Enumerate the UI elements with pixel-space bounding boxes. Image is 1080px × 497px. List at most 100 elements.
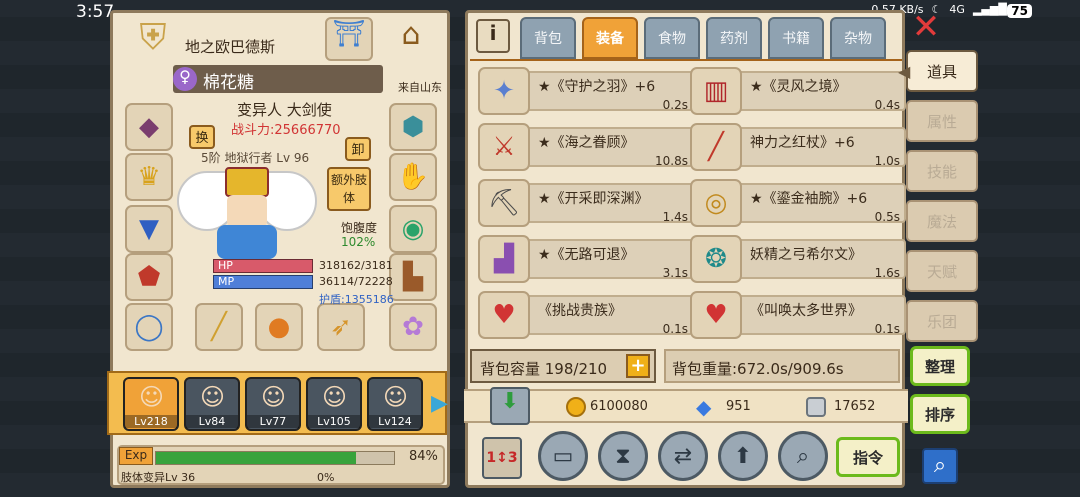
item-name: ★《灵风之境》: [750, 79, 847, 95]
swap-arrows-icon[interactable]: ⇄: [658, 431, 708, 481]
slot-ring-right[interactable]: ◉: [389, 205, 437, 253]
side-menu-item-0[interactable]: 道具: [906, 50, 978, 92]
female-icon: ♀: [173, 67, 197, 91]
extra-limb-button[interactable]: 额外肢体: [327, 167, 371, 211]
item-slot[interactable]: ▟: [478, 235, 530, 283]
item-slot[interactable]: ✦: [478, 67, 530, 115]
character-sprite[interactable]: [177, 153, 317, 263]
hourglass-icon[interactable]: ⧗: [598, 431, 648, 481]
item-slot[interactable]: ♥: [690, 291, 742, 339]
power-label: 战斗力:25666770: [231, 123, 341, 138]
rabbit-icon: ✿: [402, 312, 424, 342]
party-member[interactable]: ☺ Lv218: [123, 377, 179, 431]
slot-bow[interactable]: ➶: [317, 303, 365, 351]
item-slot[interactable]: ⛏: [478, 179, 530, 227]
side-menu-item-4[interactable]: 天赋: [906, 250, 978, 292]
swap-button[interactable]: 换: [189, 125, 215, 149]
tab-divider: [470, 59, 902, 61]
shield-value: 护盾:1355186: [319, 293, 394, 306]
gauntlet-icon: ✋: [396, 162, 430, 192]
info-icon[interactable]: i: [476, 19, 510, 53]
tab-0[interactable]: 背包: [520, 17, 576, 59]
inventory-item[interactable]: ⛏ ★《开采即深渊》 1.4s: [478, 179, 694, 227]
item-slot[interactable]: ❂: [690, 235, 742, 283]
command-button[interactable]: 指令: [836, 437, 900, 477]
search-icon[interactable]: ⌕: [922, 448, 958, 484]
party-member[interactable]: ☺ Lv77: [245, 377, 301, 431]
party-level: Lv84: [186, 415, 238, 428]
side-menu-item-2[interactable]: 技能: [906, 150, 978, 192]
capacity-box: 背包容量 198/210 +: [470, 349, 656, 383]
slot-emblem[interactable]: ⬢: [389, 103, 437, 151]
tab-5[interactable]: 杂物: [830, 17, 886, 59]
inventory-item[interactable]: ♥ 《叫唤太多世界》 0.1s: [690, 291, 906, 339]
party-member[interactable]: ☺ Lv84: [184, 377, 240, 431]
unequip-button[interactable]: 卸: [345, 137, 371, 161]
inventory-item[interactable]: ♥ 《挑战贵族》 0.1s: [478, 291, 694, 339]
origin-label: 来自山东: [398, 81, 442, 94]
item-name: 妖精之弓希尔文》: [750, 247, 862, 263]
slot-ring-left[interactable]: ◯: [125, 303, 173, 351]
slot-armor[interactable]: ⬟: [125, 253, 173, 301]
close-icon[interactable]: ✕: [906, 10, 946, 46]
class-label: 变异人 大剑使: [237, 101, 332, 119]
tab-2[interactable]: 食物: [644, 17, 700, 59]
battery-badge: 75: [1007, 4, 1032, 18]
party-level: Lv77: [247, 415, 299, 428]
inventory-item[interactable]: ◎ ★《鎏金袖腕》+6 0.5s: [690, 179, 906, 227]
side-menu-item-3[interactable]: 魔法: [906, 200, 978, 242]
number-sort-icon[interactable]: 1↕3: [482, 437, 522, 479]
inventory-item[interactable]: ✦ ★《守护之羽》+6 0.2s: [478, 67, 694, 115]
ring-icon: ◯: [134, 312, 164, 342]
slot-staff[interactable]: ╱: [195, 303, 243, 351]
tab-3[interactable]: 药剂: [706, 17, 762, 59]
tab-4[interactable]: 书籍: [768, 17, 824, 59]
character-name[interactable]: 棉花糖: [203, 68, 254, 93]
slot-offhand[interactable]: ●: [255, 303, 303, 351]
expand-capacity-button[interactable]: +: [626, 354, 650, 378]
side-menu-item-1[interactable]: 属性: [906, 100, 978, 142]
side-menu-item-5[interactable]: 乐团: [906, 300, 978, 342]
deposit-icon[interactable]: ⬇: [490, 387, 530, 425]
item-weight: 0.1s: [662, 322, 688, 336]
item-weight: 1.4s: [662, 210, 688, 224]
exp-percent: 84%: [409, 449, 438, 464]
portal-icon[interactable]: ⛩: [325, 17, 373, 61]
party-member[interactable]: ☺ Lv124: [367, 377, 423, 431]
slot-boots[interactable]: ▙: [389, 253, 437, 301]
hero-crown-icon: [225, 167, 269, 197]
item-weight: 0.1s: [874, 322, 900, 336]
organize-button[interactable]: 整理: [910, 346, 970, 386]
item-slot[interactable]: ╱: [690, 123, 742, 171]
item-slot[interactable]: ♥: [478, 291, 530, 339]
magnifier-icon[interactable]: ⌕: [778, 431, 828, 481]
clock: 3:57: [76, 2, 115, 22]
sort-button[interactable]: 排序: [910, 394, 970, 434]
character-panel: ⛨ 地之欧巴德斯 ⛩ ⌂ ♀ 棉花糖 来自山东 变异人 大剑使 战斗力:2566…: [107, 10, 450, 488]
slot-amulet[interactable]: ♛: [125, 153, 173, 201]
inventory-item[interactable]: ⚔ ★《海之眷顾》 10.8s: [478, 123, 694, 171]
inventory-item[interactable]: ╱ 神力之红杖》+6 1.0s: [690, 123, 906, 171]
tab-1[interactable]: 装备: [582, 17, 638, 59]
book-icon[interactable]: ▭: [538, 431, 588, 481]
slot-cape[interactable]: ▼: [125, 205, 173, 253]
weight-box: 背包重量:672.0s/909.6s: [664, 349, 900, 383]
card-icon: ♥: [704, 300, 728, 330]
staff-icon: ╱: [211, 312, 227, 342]
location-label[interactable]: 地之欧巴德斯: [185, 36, 275, 57]
item-slot[interactable]: ⚔: [478, 123, 530, 171]
inventory-item[interactable]: ▥ ★《灵风之境》 0.4s: [690, 67, 906, 115]
hanger-icon[interactable]: ⌂: [381, 17, 441, 61]
item-name: ★《无路可退》: [538, 247, 635, 263]
item-slot[interactable]: ▥: [690, 67, 742, 115]
slot-gloves[interactable]: ✋: [389, 153, 437, 201]
inventory-item[interactable]: ❂ 妖精之弓希尔文》 1.6s: [690, 235, 906, 283]
mp-value: 36114/72228: [319, 275, 393, 288]
slot-helmet[interactable]: ◆: [125, 103, 173, 151]
party-member[interactable]: ☺ Lv105: [306, 377, 362, 431]
compass-icon[interactable]: ⬆: [718, 431, 768, 481]
inventory-item[interactable]: ▟ ★《无路可退》 3.1s: [478, 235, 694, 283]
slot-pet[interactable]: ✿: [389, 303, 437, 351]
party-next-arrow[interactable]: ▶: [431, 391, 448, 416]
item-slot[interactable]: ◎: [690, 179, 742, 227]
